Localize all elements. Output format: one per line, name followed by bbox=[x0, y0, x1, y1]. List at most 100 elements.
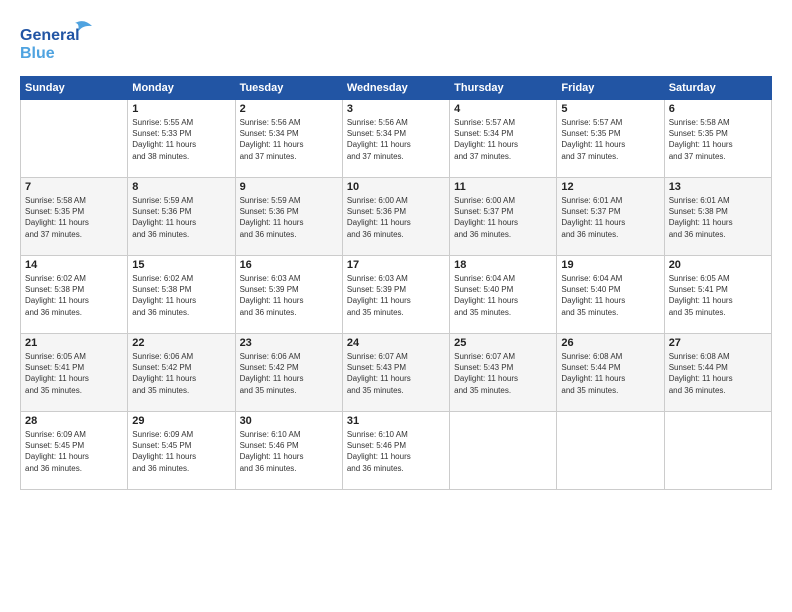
cell-content: Sunrise: 5:57 AM Sunset: 5:34 PM Dayligh… bbox=[454, 117, 552, 162]
cell-content: Sunrise: 5:58 AM Sunset: 5:35 PM Dayligh… bbox=[25, 195, 123, 240]
day-number: 28 bbox=[25, 415, 123, 427]
calendar-cell: 4 Sunrise: 5:57 AM Sunset: 5:34 PM Daylig… bbox=[450, 100, 557, 178]
svg-text:Blue: Blue bbox=[20, 45, 55, 62]
cell-content: Sunrise: 6:00 AM Sunset: 5:36 PM Dayligh… bbox=[347, 195, 445, 240]
cell-content: Sunrise: 6:00 AM Sunset: 5:37 PM Dayligh… bbox=[454, 195, 552, 240]
calendar-cell: 16 Sunrise: 6:03 AM Sunset: 5:39 PM Dayli… bbox=[235, 256, 342, 334]
day-number: 1 bbox=[132, 103, 230, 115]
cell-content: Sunrise: 6:01 AM Sunset: 5:38 PM Dayligh… bbox=[669, 195, 767, 240]
day-number: 15 bbox=[132, 259, 230, 271]
day-number: 20 bbox=[669, 259, 767, 271]
calendar-cell: 2 Sunrise: 5:56 AM Sunset: 5:34 PM Daylig… bbox=[235, 100, 342, 178]
week-row-3: 14 Sunrise: 6:02 AM Sunset: 5:38 PM Dayli… bbox=[21, 256, 772, 334]
calendar-cell: 8 Sunrise: 5:59 AM Sunset: 5:36 PM Daylig… bbox=[128, 178, 235, 256]
weekday-header-friday: Friday bbox=[557, 77, 664, 100]
weekday-header-saturday: Saturday bbox=[664, 77, 771, 100]
calendar-cell: 1 Sunrise: 5:55 AM Sunset: 5:33 PM Daylig… bbox=[128, 100, 235, 178]
day-number: 27 bbox=[669, 337, 767, 349]
calendar-cell: 23 Sunrise: 6:06 AM Sunset: 5:42 PM Dayli… bbox=[235, 334, 342, 412]
cell-content: Sunrise: 6:04 AM Sunset: 5:40 PM Dayligh… bbox=[561, 273, 659, 318]
calendar-cell: 14Sunrise: 6:02 AM Sunset: 5:38 PM Dayli… bbox=[21, 256, 128, 334]
cell-content: Sunrise: 6:01 AM Sunset: 5:37 PM Dayligh… bbox=[561, 195, 659, 240]
calendar-cell: 31 Sunrise: 6:10 AM Sunset: 5:46 PM Dayli… bbox=[342, 412, 449, 490]
day-number: 4 bbox=[454, 103, 552, 115]
calendar-cell: 28 Sunrise: 6:09 AM Sunset: 5:45 PM Dayli… bbox=[21, 412, 128, 490]
weekday-header-tuesday: Tuesday bbox=[235, 77, 342, 100]
calendar-cell: 5 Sunrise: 5:57 AM Sunset: 5:35 PM Daylig… bbox=[557, 100, 664, 178]
day-number: 16 bbox=[240, 259, 338, 271]
cell-content: Sunrise: 6:07 AM Sunset: 5:43 PM Dayligh… bbox=[347, 351, 445, 396]
logo-svg: GeneralBlue bbox=[20, 18, 100, 68]
day-number: 8 bbox=[132, 181, 230, 193]
calendar-cell: 13Sunrise: 6:01 AM Sunset: 5:38 PM Dayli… bbox=[664, 178, 771, 256]
calendar-cell: 7 Sunrise: 5:58 AM Sunset: 5:35 PM Daylig… bbox=[21, 178, 128, 256]
week-row-5: 28 Sunrise: 6:09 AM Sunset: 5:45 PM Dayli… bbox=[21, 412, 772, 490]
day-number: 14 bbox=[25, 259, 123, 271]
calendar-cell: 24 Sunrise: 6:07 AM Sunset: 5:43 PM Dayli… bbox=[342, 334, 449, 412]
cell-content: Sunrise: 6:07 AM Sunset: 5:43 PM Dayligh… bbox=[454, 351, 552, 396]
day-number: 7 bbox=[25, 181, 123, 193]
calendar-cell: 9 Sunrise: 5:59 AM Sunset: 5:36 PM Daylig… bbox=[235, 178, 342, 256]
cell-content: Sunrise: 6:08 AM Sunset: 5:44 PM Dayligh… bbox=[561, 351, 659, 396]
calendar-cell: 21 Sunrise: 6:05 AM Sunset: 5:41 PM Dayli… bbox=[21, 334, 128, 412]
cell-content: Sunrise: 6:05 AM Sunset: 5:41 PM Dayligh… bbox=[669, 273, 767, 318]
cell-content: Sunrise: 5:59 AM Sunset: 5:36 PM Dayligh… bbox=[240, 195, 338, 240]
calendar-cell: 30Sunrise: 6:10 AM Sunset: 5:46 PM Dayli… bbox=[235, 412, 342, 490]
calendar-cell: 20 Sunrise: 6:05 AM Sunset: 5:41 PM Dayli… bbox=[664, 256, 771, 334]
cell-content: Sunrise: 5:59 AM Sunset: 5:36 PM Dayligh… bbox=[132, 195, 230, 240]
day-number: 22 bbox=[132, 337, 230, 349]
calendar-cell: 12 Sunrise: 6:01 AM Sunset: 5:37 PM Dayli… bbox=[557, 178, 664, 256]
calendar-cell bbox=[664, 412, 771, 490]
day-number: 12 bbox=[561, 181, 659, 193]
header: GeneralBlue bbox=[20, 18, 772, 68]
day-number: 19 bbox=[561, 259, 659, 271]
weekday-header-wednesday: Wednesday bbox=[342, 77, 449, 100]
page: GeneralBlue SundayMondayTuesdayWednesday… bbox=[0, 0, 792, 612]
cell-content: Sunrise: 6:06 AM Sunset: 5:42 PM Dayligh… bbox=[240, 351, 338, 396]
day-number: 18 bbox=[454, 259, 552, 271]
day-number: 5 bbox=[561, 103, 659, 115]
week-row-1: 1 Sunrise: 5:55 AM Sunset: 5:33 PM Daylig… bbox=[21, 100, 772, 178]
weekday-header-sunday: Sunday bbox=[21, 77, 128, 100]
cell-content: Sunrise: 6:10 AM Sunset: 5:46 PM Dayligh… bbox=[240, 429, 338, 474]
cell-content: Sunrise: 5:56 AM Sunset: 5:34 PM Dayligh… bbox=[240, 117, 338, 162]
day-number: 11 bbox=[454, 181, 552, 193]
day-number: 21 bbox=[25, 337, 123, 349]
cell-content: Sunrise: 5:56 AM Sunset: 5:34 PM Dayligh… bbox=[347, 117, 445, 162]
calendar-cell: 18Sunrise: 6:04 AM Sunset: 5:40 PM Dayli… bbox=[450, 256, 557, 334]
cell-content: Sunrise: 6:02 AM Sunset: 5:38 PM Dayligh… bbox=[132, 273, 230, 318]
calendar-cell: 6 Sunrise: 5:58 AM Sunset: 5:35 PM Daylig… bbox=[664, 100, 771, 178]
day-number: 24 bbox=[347, 337, 445, 349]
day-number: 10 bbox=[347, 181, 445, 193]
calendar-cell: 17 Sunrise: 6:03 AM Sunset: 5:39 PM Dayli… bbox=[342, 256, 449, 334]
calendar-cell: 22 Sunrise: 6:06 AM Sunset: 5:42 PM Dayli… bbox=[128, 334, 235, 412]
cell-content: Sunrise: 6:05 AM Sunset: 5:41 PM Dayligh… bbox=[25, 351, 123, 396]
cell-content: Sunrise: 6:03 AM Sunset: 5:39 PM Dayligh… bbox=[240, 273, 338, 318]
calendar-cell: 29Sunrise: 6:09 AM Sunset: 5:45 PM Dayli… bbox=[128, 412, 235, 490]
cell-content: Sunrise: 6:10 AM Sunset: 5:46 PM Dayligh… bbox=[347, 429, 445, 474]
cell-content: Sunrise: 5:55 AM Sunset: 5:33 PM Dayligh… bbox=[132, 117, 230, 162]
cell-content: Sunrise: 6:06 AM Sunset: 5:42 PM Dayligh… bbox=[132, 351, 230, 396]
calendar-cell: 26 Sunrise: 6:08 AM Sunset: 5:44 PM Dayli… bbox=[557, 334, 664, 412]
weekday-header-thursday: Thursday bbox=[450, 77, 557, 100]
cell-content: Sunrise: 5:57 AM Sunset: 5:35 PM Dayligh… bbox=[561, 117, 659, 162]
day-number: 6 bbox=[669, 103, 767, 115]
calendar-cell: 19 Sunrise: 6:04 AM Sunset: 5:40 PM Dayli… bbox=[557, 256, 664, 334]
cell-content: Sunrise: 6:03 AM Sunset: 5:39 PM Dayligh… bbox=[347, 273, 445, 318]
cell-content: Sunrise: 6:09 AM Sunset: 5:45 PM Dayligh… bbox=[132, 429, 230, 474]
weekday-header-row: SundayMondayTuesdayWednesdayThursdayFrid… bbox=[21, 77, 772, 100]
day-number: 17 bbox=[347, 259, 445, 271]
calendar-cell: 15 Sunrise: 6:02 AM Sunset: 5:38 PM Dayli… bbox=[128, 256, 235, 334]
week-row-4: 21 Sunrise: 6:05 AM Sunset: 5:41 PM Dayli… bbox=[21, 334, 772, 412]
day-number: 26 bbox=[561, 337, 659, 349]
day-number: 2 bbox=[240, 103, 338, 115]
day-number: 9 bbox=[240, 181, 338, 193]
calendar-table: SundayMondayTuesdayWednesdayThursdayFrid… bbox=[20, 76, 772, 490]
calendar-cell: 3Sunrise: 5:56 AM Sunset: 5:34 PM Daylig… bbox=[342, 100, 449, 178]
svg-text:General: General bbox=[20, 27, 80, 44]
day-number: 23 bbox=[240, 337, 338, 349]
cell-content: Sunrise: 6:09 AM Sunset: 5:45 PM Dayligh… bbox=[25, 429, 123, 474]
day-number: 31 bbox=[347, 415, 445, 427]
cell-content: Sunrise: 5:58 AM Sunset: 5:35 PM Dayligh… bbox=[669, 117, 767, 162]
week-row-2: 7 Sunrise: 5:58 AM Sunset: 5:35 PM Daylig… bbox=[21, 178, 772, 256]
